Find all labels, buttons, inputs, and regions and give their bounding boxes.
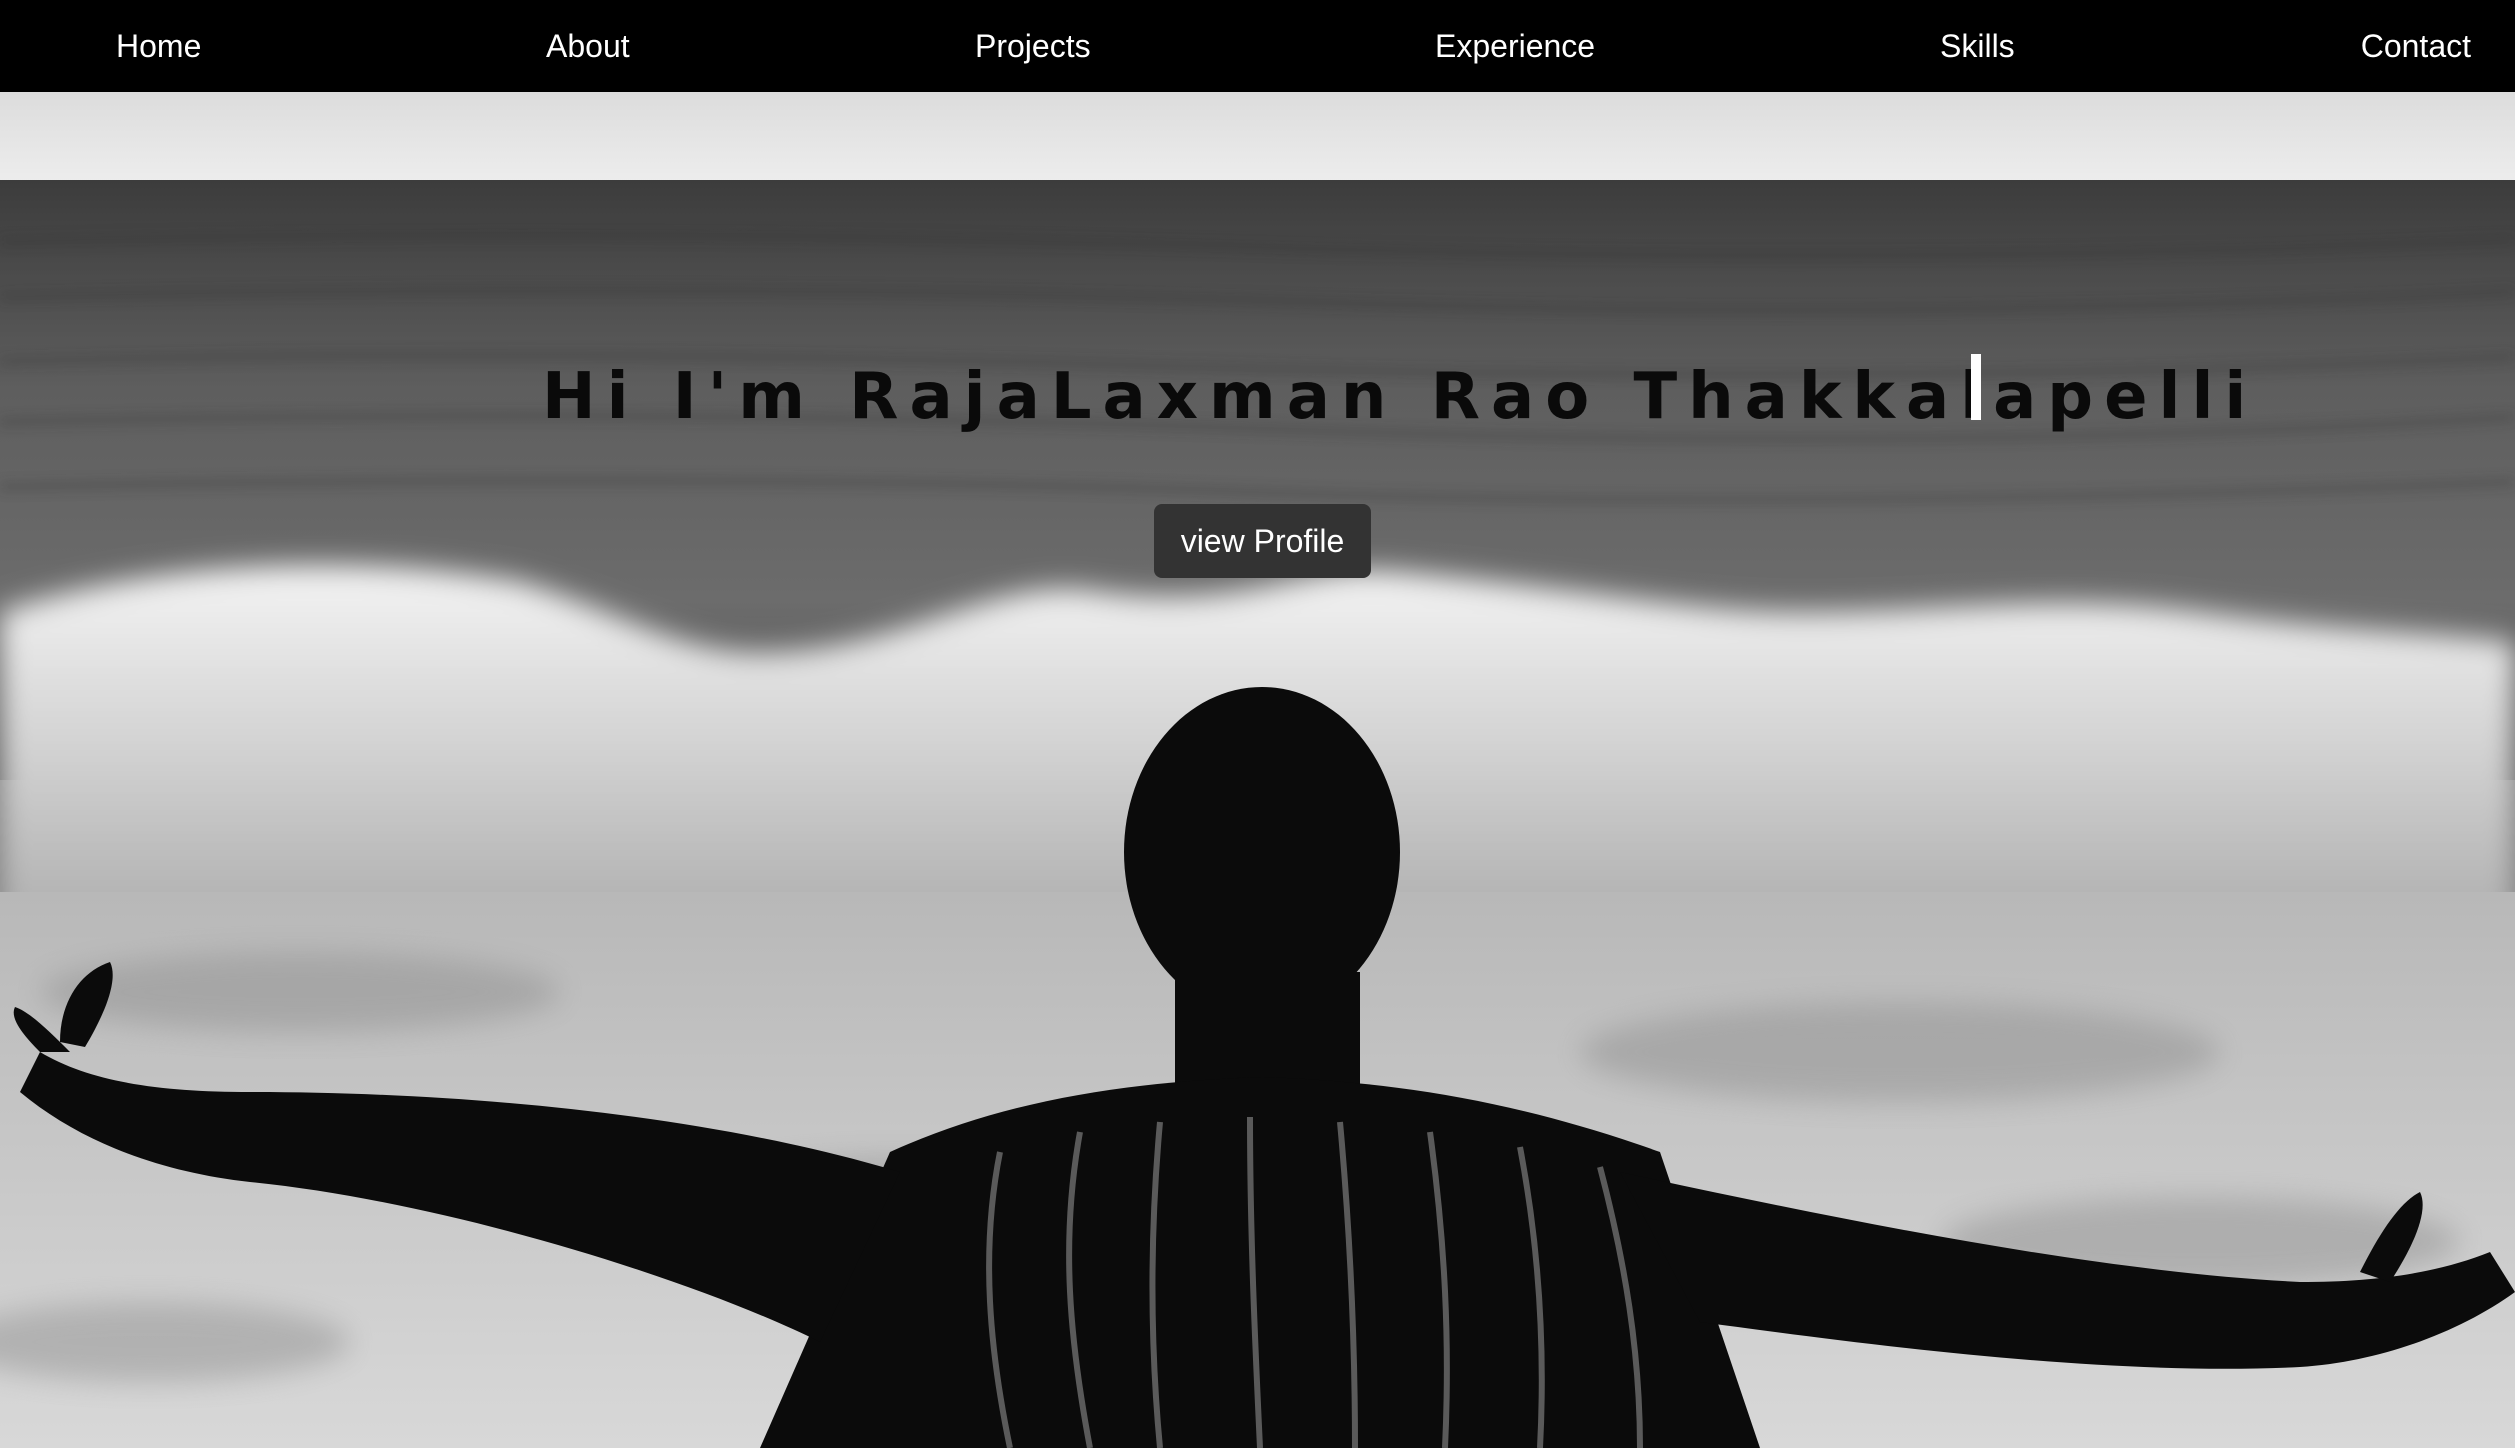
nav-link-experience[interactable]: Experience xyxy=(1435,0,1595,92)
hero-background-image xyxy=(0,92,2515,1448)
nav-link-home[interactable]: Home xyxy=(116,0,201,92)
nav-link-skills[interactable]: Skills xyxy=(1940,0,2015,92)
top-navbar: Home About Projects Experience Skills Co… xyxy=(0,0,2515,92)
typing-cursor xyxy=(1971,354,1981,420)
hero-section: Hi I'm RajaLaxman Rao Thakkalapelli view… xyxy=(0,92,2515,1448)
nav-link-contact[interactable]: Contact xyxy=(2361,0,2471,92)
nav-link-projects[interactable]: Projects xyxy=(975,0,1091,92)
view-profile-button[interactable]: view Profile xyxy=(1154,504,1371,578)
hero-greeting-heading: Hi I'm RajaLaxman Rao Thakkalapelli xyxy=(542,360,2258,434)
nav-link-about[interactable]: About xyxy=(546,0,630,92)
